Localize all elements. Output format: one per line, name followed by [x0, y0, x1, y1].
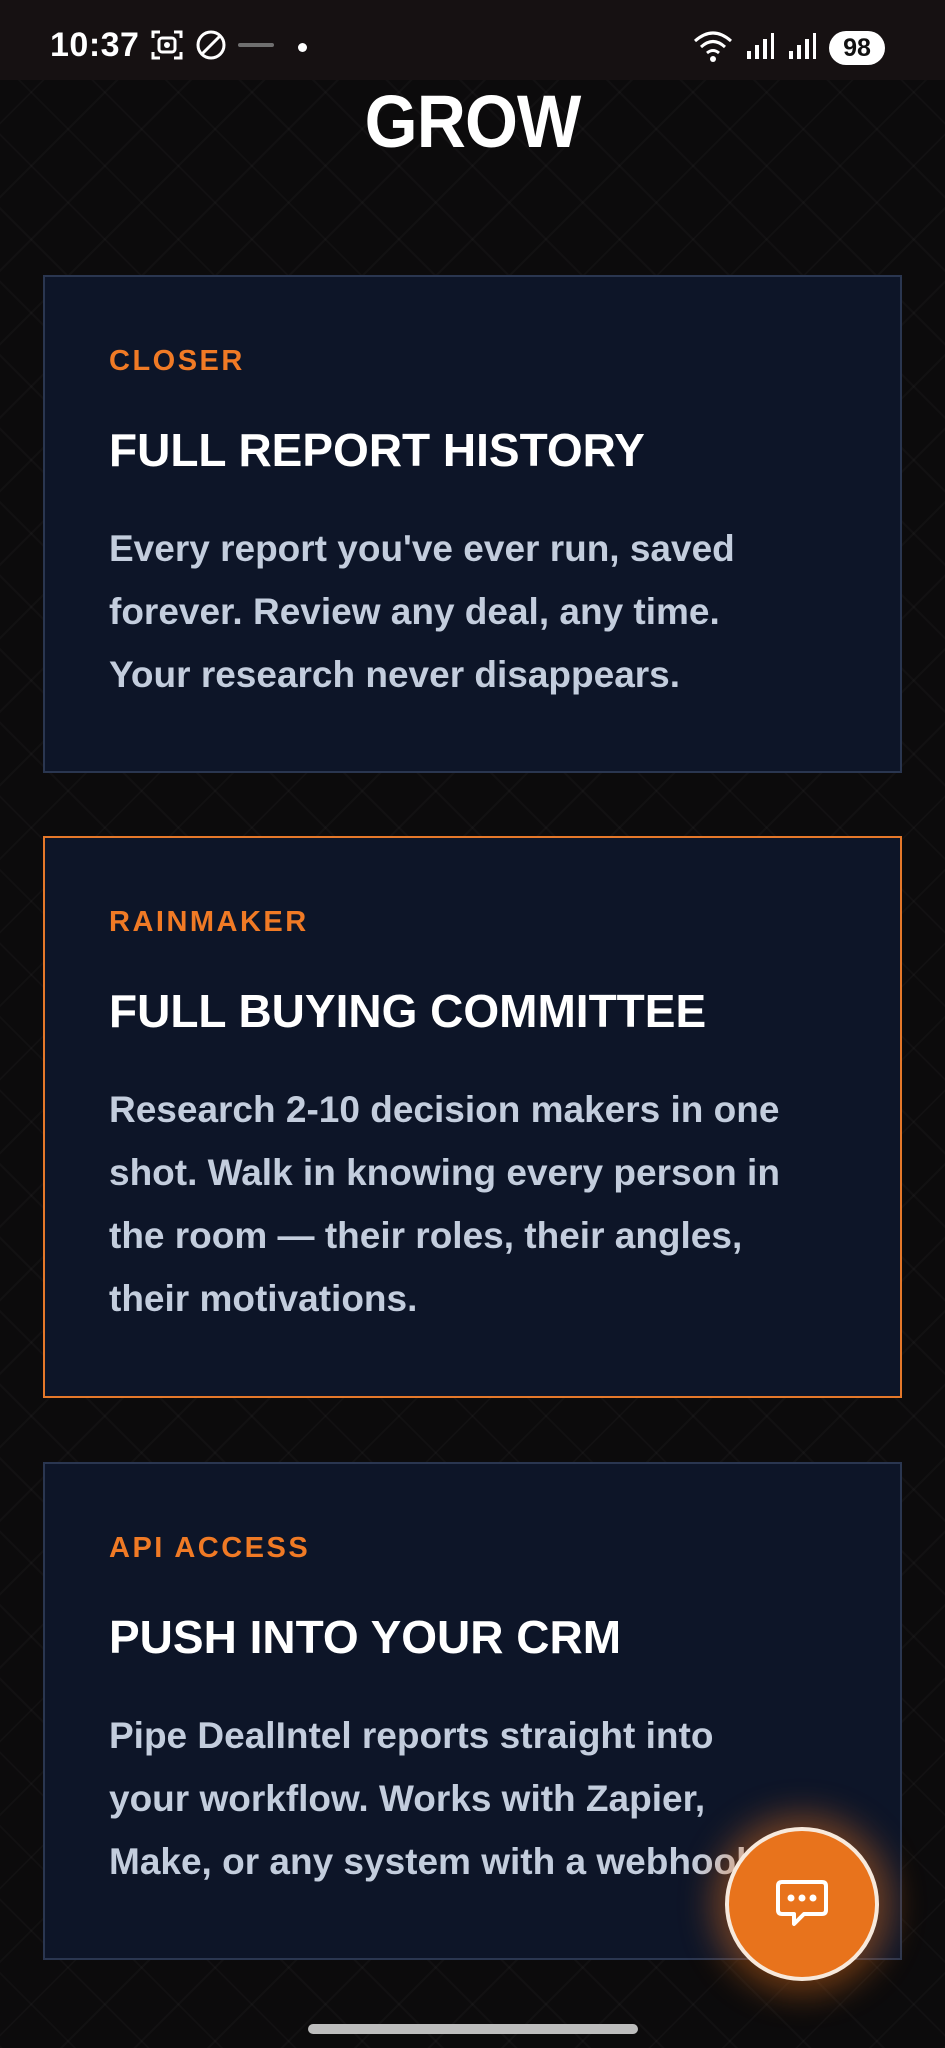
feature-card-closer: CLOSER FULL REPORT HISTORY Every report … [43, 275, 902, 773]
status-bar: 10:37 98 [0, 0, 945, 80]
card-description-line: Your research never disappears. [109, 654, 681, 695]
carrier-logo-icon [238, 38, 278, 56]
card-description-line: Research 2-10 decision makers in one [109, 1089, 780, 1130]
status-icons-right: 98 [693, 30, 885, 66]
status-icons-left [150, 30, 307, 64]
card-description-line: Every report you've ever run, saved [109, 528, 735, 569]
screenshot-icon [150, 28, 184, 67]
chat-icon [774, 1874, 830, 1935]
wifi-icon [693, 29, 733, 68]
card-title: FULL BUYING COMMITTEE [109, 985, 707, 1037]
card-title: PUSH INTO YOUR CRM [109, 1611, 622, 1663]
signal-icon [787, 31, 817, 66]
signal-icon [745, 31, 775, 66]
feature-card-rainmaker: RAINMAKER FULL BUYING COMMITTEE Research… [43, 836, 902, 1398]
card-tag: API ACCESS [109, 1532, 311, 1564]
card-tag: CLOSER [109, 345, 245, 377]
chat-button[interactable] [725, 1827, 879, 1981]
card-description: Research 2-10 decision makers in one sho… [109, 1078, 849, 1330]
card-description-line: forever. Review any deal, any time. [109, 591, 720, 632]
card-description-line: the room — their roles, their angles, [109, 1215, 743, 1256]
card-description-line: your workflow. Works with Zapier, [109, 1778, 706, 1819]
page-heading: GROW [364, 80, 582, 163]
card-title: FULL REPORT HISTORY [109, 424, 645, 476]
status-time: 10:37 [50, 26, 140, 64]
card-tag: RAINMAKER [109, 906, 309, 938]
do-not-disturb-icon [194, 28, 228, 67]
screen: 10:37 98 GROW CLOSER FULL REPORT HISTORY… [0, 0, 945, 2048]
card-description-line: their motivations. [109, 1278, 418, 1319]
card-description-line: shot. Walk in knowing every person in [109, 1152, 780, 1193]
gesture-navigation-bar[interactable] [308, 2024, 638, 2034]
card-description-line: Pipe DealIntel reports straight into [109, 1715, 714, 1756]
notification-dot-icon [298, 42, 307, 52]
battery-indicator: 98 [829, 31, 885, 65]
card-description: Every report you've ever run, saved fore… [109, 517, 849, 706]
